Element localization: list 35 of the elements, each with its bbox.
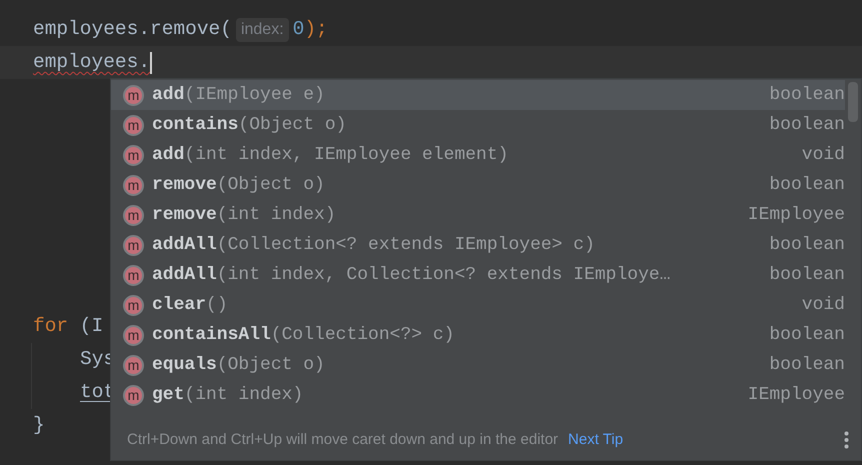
completion-item[interactable]: m remove(Object o) boolean — [111, 170, 845, 200]
method-icon: m — [123, 114, 144, 136]
method-icon: m — [123, 144, 144, 166]
completion-item[interactable]: m add(int index, IEmployee element) void — [111, 140, 845, 170]
method-icon: m — [123, 264, 144, 286]
code-text: employees.remove( — [33, 16, 232, 42]
method-icon: m — [123, 84, 144, 106]
code-text: ); — [304, 16, 328, 42]
code-text: (I — [78, 314, 104, 339]
completion-item[interactable]: m remove(int index) IEmployee — [111, 200, 845, 230]
more-icon[interactable] — [844, 431, 849, 449]
code-text: employees. — [33, 50, 150, 75]
completion-item[interactable]: m equals(Object o) boolean — [111, 350, 845, 380]
code-text: } — [33, 412, 45, 438]
method-icon: m — [123, 384, 144, 406]
completion-item[interactable]: m containsAll(Collection<?> c) boolean — [111, 320, 845, 350]
completion-item[interactable]: m clear() void — [111, 290, 845, 320]
completion-item[interactable]: m add(IEmployee e) boolean — [111, 80, 845, 110]
method-icon: m — [123, 354, 144, 376]
next-tip-link[interactable]: Next Tip — [568, 428, 624, 452]
keyword: for — [33, 314, 68, 339]
method-icon: m — [123, 294, 144, 316]
method-icon: m — [123, 234, 144, 256]
completion-item[interactable]: m contains(Object o) boolean — [111, 110, 845, 140]
method-icon: m — [123, 324, 144, 346]
completion-item[interactable]: m addAll(Collection<? extends IEmployee> c) boolean — [111, 230, 845, 260]
text-caret — [150, 52, 152, 74]
completion-item[interactable]: m get(int index) IEmployee — [111, 380, 845, 410]
method-icon: m — [123, 204, 144, 226]
method-icon: m — [123, 174, 144, 196]
tip-text: Ctrl+Down and Ctrl+Up will move caret down and up in the editor — [127, 430, 558, 450]
parameter-hint: index: — [236, 18, 289, 42]
scrollbar[interactable] — [848, 82, 858, 122]
number-literal: 0 — [292, 16, 304, 42]
completion-item[interactable]: m addAll(int index, Collection<? extends IEmploye… boolean — [111, 260, 845, 290]
